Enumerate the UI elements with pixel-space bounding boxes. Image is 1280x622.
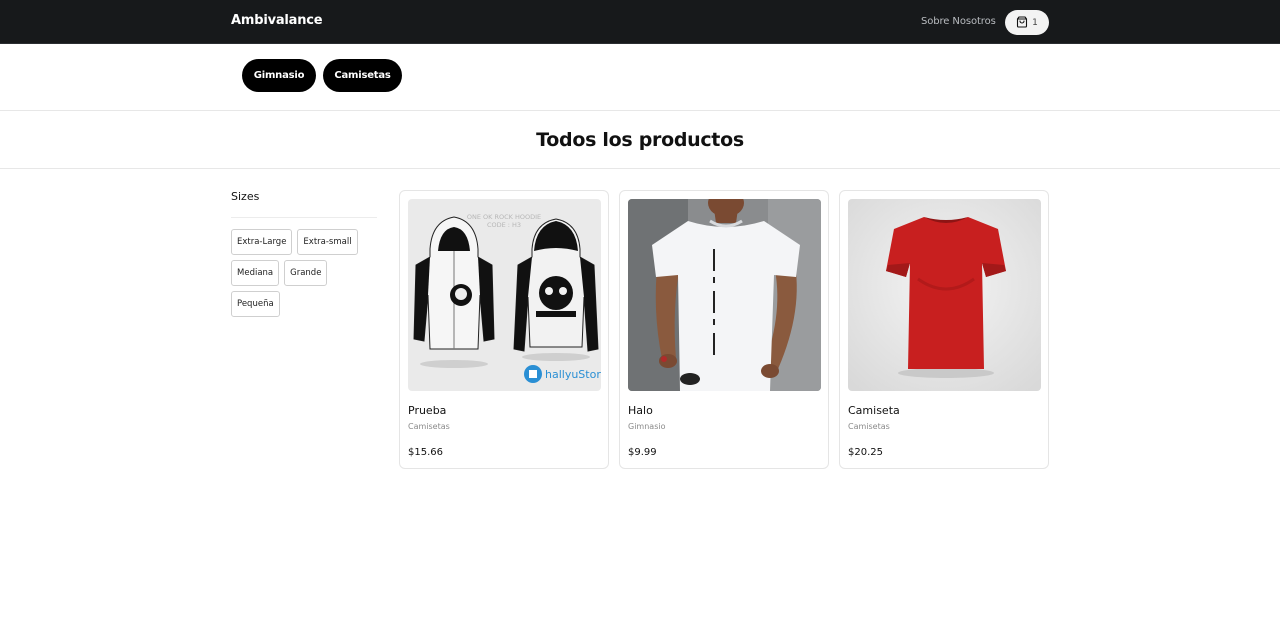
cart-button[interactable]: 1	[1005, 10, 1049, 35]
product-price: $9.99	[628, 447, 657, 458]
about-link[interactable]: Sobre Nosotros	[921, 16, 996, 27]
size-filter-mediana[interactable]: Mediana	[231, 260, 280, 286]
product-card[interactable]: ONE OK ROCK HOODIE CODE : H3 hallyuStor …	[399, 190, 609, 469]
product-card[interactable]: Halo Gimnasio $9.99	[619, 190, 829, 469]
size-filter-extra-small[interactable]: Extra-small	[297, 229, 358, 255]
product-image-hoodie: ONE OK ROCK HOODIE CODE : H3 hallyuStor	[408, 199, 601, 391]
size-filter-list: Extra-Large Extra-small Mediana Grande P…	[231, 229, 377, 317]
svg-text:CODE : H3: CODE : H3	[487, 221, 521, 229]
product-name: Prueba	[408, 404, 447, 417]
category-bar: Gimnasio Camisetas	[0, 44, 1280, 111]
brand-logo[interactable]: Ambivalance	[231, 13, 323, 28]
shopping-bag-icon	[1016, 13, 1028, 32]
sizes-heading: Sizes	[231, 190, 377, 218]
filter-sidebar: Sizes Extra-Large Extra-small Mediana Gr…	[231, 190, 377, 317]
page-title-section: Todos los productos	[0, 112, 1280, 169]
navbar: Ambivalance Sobre Nosotros 1	[0, 0, 1280, 44]
product-category: Camisetas	[408, 422, 450, 431]
svg-text:hallyuStore: hallyuStore	[545, 368, 601, 381]
product-card[interactable]: Camiseta Camisetas $20.25	[839, 190, 1049, 469]
product-name: Camiseta	[848, 404, 900, 417]
category-camisetas-button[interactable]: Camisetas	[323, 59, 402, 92]
cart-count: 1	[1032, 17, 1038, 28]
product-price: $20.25	[848, 447, 883, 458]
category-gimnasio-button[interactable]: Gimnasio	[242, 59, 316, 92]
page-title: Todos los productos	[536, 129, 744, 151]
product-image-red-tshirt	[848, 199, 1041, 391]
product-name: Halo	[628, 404, 653, 417]
size-filter-extra-large[interactable]: Extra-Large	[231, 229, 293, 255]
product-price: $15.66	[408, 447, 443, 458]
size-filter-grande[interactable]: Grande	[284, 260, 328, 286]
size-filter-pequena[interactable]: Pequeña	[231, 291, 280, 317]
product-category: Gimnasio	[628, 422, 666, 431]
svg-text:ONE OK ROCK HOODIE: ONE OK ROCK HOODIE	[467, 213, 541, 221]
product-image-white-tshirt	[628, 199, 821, 391]
product-category: Camisetas	[848, 422, 890, 431]
